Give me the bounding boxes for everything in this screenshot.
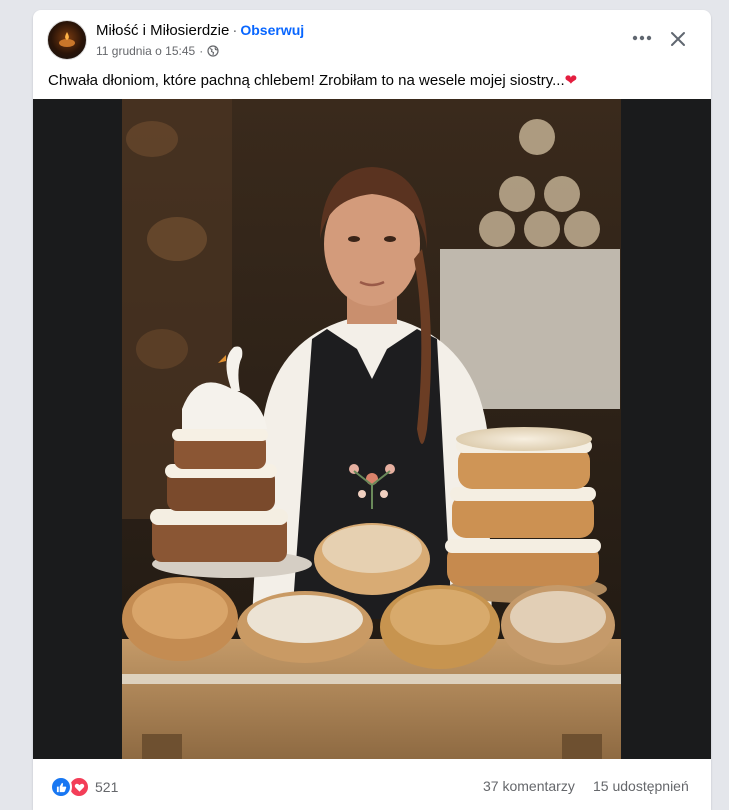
comments-count-link[interactable]: 37 komentarzy xyxy=(483,778,575,794)
reaction-count: 521 xyxy=(95,779,119,795)
page-avatar[interactable] xyxy=(47,20,87,60)
close-icon xyxy=(671,32,685,46)
post-meta: 11 grudnia o 15:45 · xyxy=(96,44,219,58)
post-media[interactable] xyxy=(33,99,711,759)
more-options-button[interactable] xyxy=(627,26,657,50)
post-timestamp[interactable]: 11 grudnia o 15:45 xyxy=(96,44,195,58)
more-options-icon xyxy=(632,35,652,41)
shares-count-link[interactable]: 15 udostępnień xyxy=(593,778,689,794)
post-footer: 521 37 komentarzy 15 udostępnień xyxy=(33,774,711,804)
close-button[interactable] xyxy=(665,26,691,52)
page-name-link[interactable]: Miłość i Miłosierdzie xyxy=(96,22,229,39)
globe-icon xyxy=(207,45,219,57)
heart-emoji: ❤ xyxy=(564,72,578,89)
post-caption: Chwała dłoniom, które pachną chlebem! Zr… xyxy=(48,71,577,89)
follow-button[interactable]: Obserwuj xyxy=(240,22,304,38)
post-header-line: Miłość i Miłosierdzie · Obserwuj xyxy=(96,22,304,39)
meta-separator: · xyxy=(199,44,204,58)
post-photo[interactable] xyxy=(122,99,621,759)
lamp-icon xyxy=(59,32,75,47)
name-separator: · xyxy=(232,22,238,39)
post-card: Miłość i Miłosierdzie · Obserwuj 11 grudni… xyxy=(33,10,711,810)
caption-text: Chwała dłoniom, które pachną chlebem! Zr… xyxy=(48,72,565,89)
